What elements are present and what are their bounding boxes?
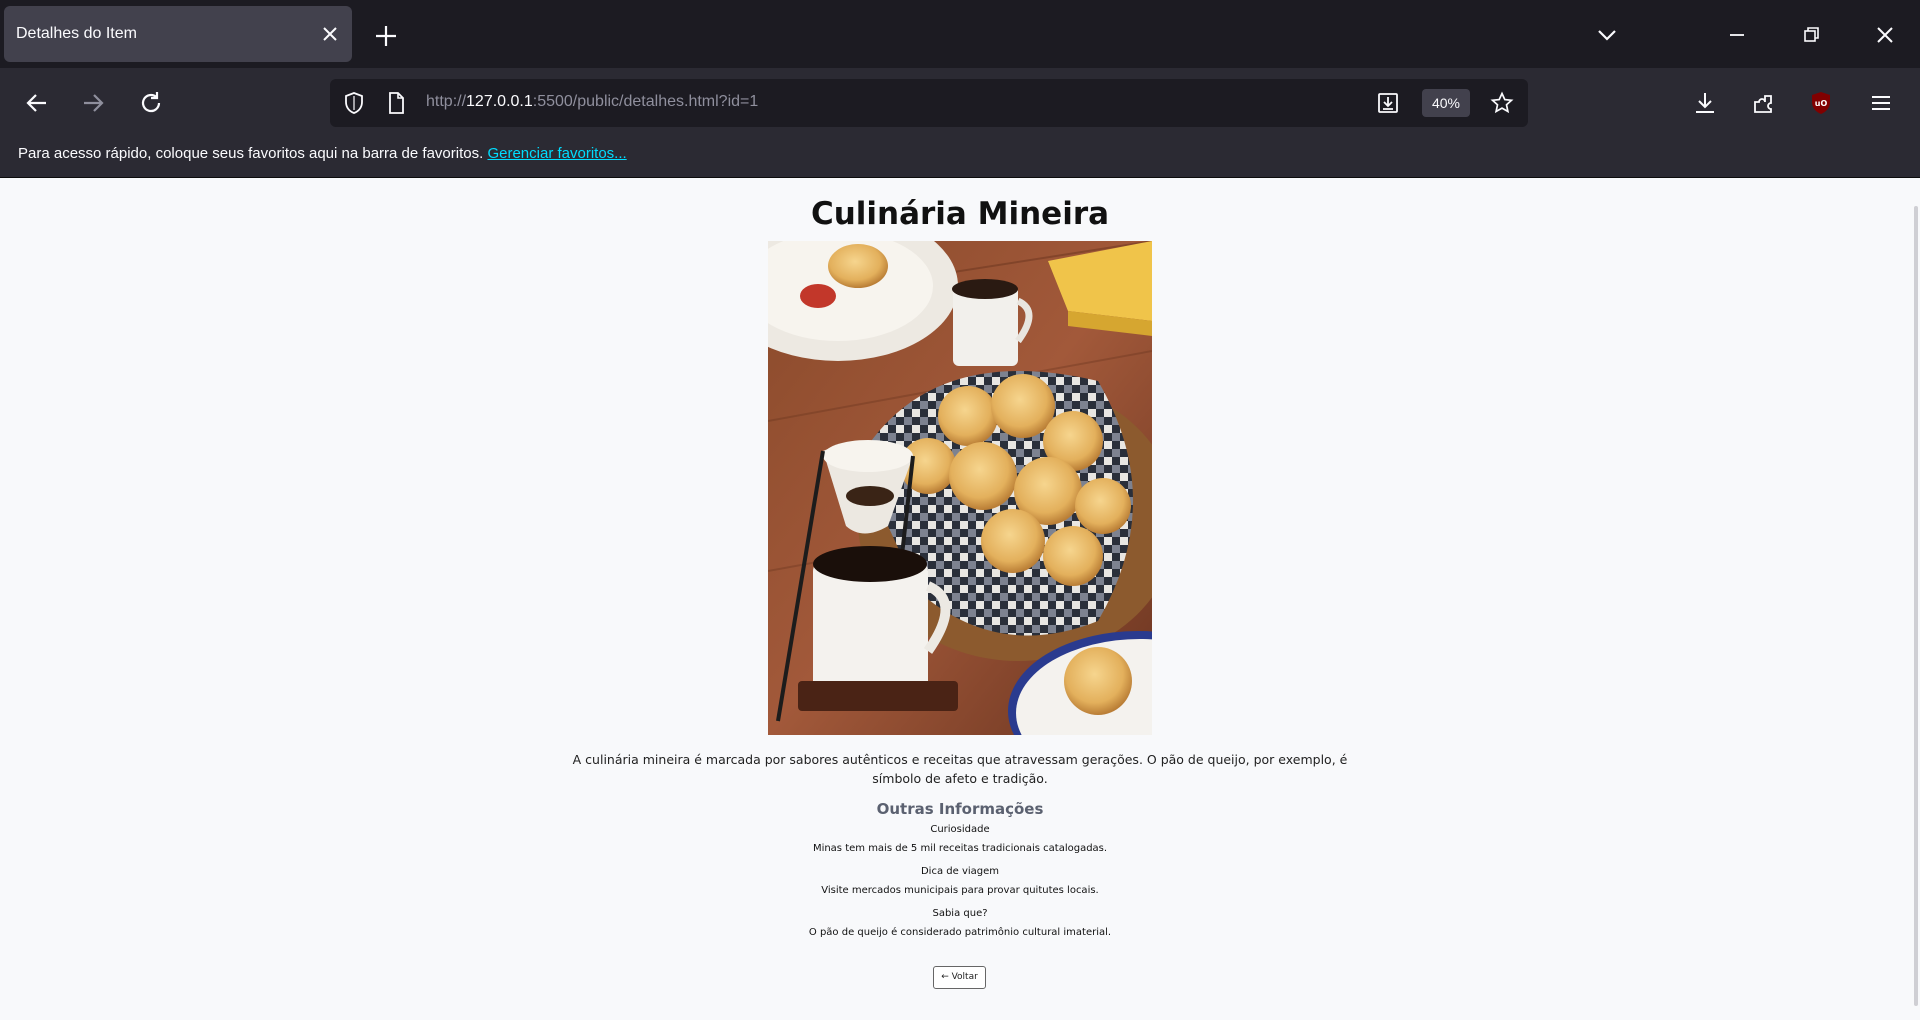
page-title: Culinária Mineira bbox=[810, 196, 1110, 232]
downloads-icon[interactable] bbox=[1690, 88, 1720, 118]
close-tab-icon[interactable] bbox=[318, 22, 342, 46]
bookmarks-hint: Para acesso rápido, coloque seus favorit… bbox=[18, 145, 627, 162]
info-text-curiosidade: Minas tem mais de 5 mil receitas tradici… bbox=[812, 843, 1108, 854]
info-text-dica: Visite mercados municipais para provar q… bbox=[821, 885, 1099, 896]
info-text-sabia: O pão de queijo é considerado patrimônio… bbox=[808, 927, 1112, 938]
shield-icon[interactable] bbox=[342, 91, 366, 115]
zoom-level-badge[interactable]: 40% bbox=[1422, 89, 1470, 117]
info-label-curiosidade: Curiosidade bbox=[930, 824, 990, 835]
new-tab-icon[interactable] bbox=[372, 22, 400, 50]
url-host: 127.0.0.1 bbox=[466, 93, 533, 110]
url-text[interactable]: http://127.0.0.1:5500/public/detalhes.ht… bbox=[426, 93, 758, 111]
forward-icon[interactable] bbox=[78, 88, 108, 118]
info-label-sabia: Sabia que? bbox=[932, 908, 988, 919]
pao-de-queijo-illustration bbox=[768, 241, 1152, 735]
page-scrollbar[interactable] bbox=[1914, 206, 1918, 1006]
close-window-icon[interactable] bbox=[1870, 20, 1900, 50]
url-path: :5500/public/detalhes.html?id=1 bbox=[532, 93, 759, 110]
address-bar[interactable]: http://127.0.0.1:5500/public/detalhes.ht… bbox=[330, 79, 1528, 127]
minimize-icon[interactable] bbox=[1722, 20, 1752, 50]
bookmarks-toolbar: Para acesso rápido, coloque seus favorit… bbox=[0, 136, 1920, 178]
tab-title: Detalhes do Item bbox=[16, 25, 137, 42]
tab-detalhes[interactable]: Detalhes do Item bbox=[4, 6, 352, 62]
browser-toolbar: http://127.0.0.1:5500/public/detalhes.ht… bbox=[0, 68, 1920, 136]
save-page-icon[interactable] bbox=[1376, 91, 1400, 115]
food-image bbox=[768, 241, 1152, 735]
list-tabs-icon[interactable] bbox=[1592, 20, 1622, 50]
info-label-dica: Dica de viagem bbox=[920, 866, 1000, 877]
url-prefix: http:// bbox=[426, 93, 467, 110]
restore-icon[interactable] bbox=[1796, 20, 1826, 50]
browser-titlebar: Detalhes do Item bbox=[0, 0, 1920, 68]
back-button[interactable]: ← Voltar bbox=[933, 966, 986, 989]
ublock-origin-icon[interactable]: uO bbox=[1806, 88, 1836, 118]
back-icon[interactable] bbox=[22, 88, 52, 118]
svg-text:uO: uO bbox=[1815, 99, 1828, 108]
page-content: Culinária Mineira A culinária mineira é … bbox=[0, 178, 1920, 1020]
manage-bookmarks-link[interactable]: Gerenciar favoritos... bbox=[487, 145, 626, 162]
extensions-icon[interactable] bbox=[1748, 88, 1778, 118]
bookmarks-hint-text: Para acesso rápido, coloque seus favorit… bbox=[18, 145, 484, 162]
item-description: A culinária mineira é marcada por sabore… bbox=[572, 752, 1348, 786]
page-info-icon[interactable] bbox=[384, 91, 408, 115]
info-heading: Outras Informações bbox=[876, 800, 1044, 818]
star-bookmark-icon[interactable] bbox=[1490, 91, 1514, 115]
hamburger-menu-icon[interactable] bbox=[1866, 88, 1896, 118]
reload-icon[interactable] bbox=[136, 88, 166, 118]
